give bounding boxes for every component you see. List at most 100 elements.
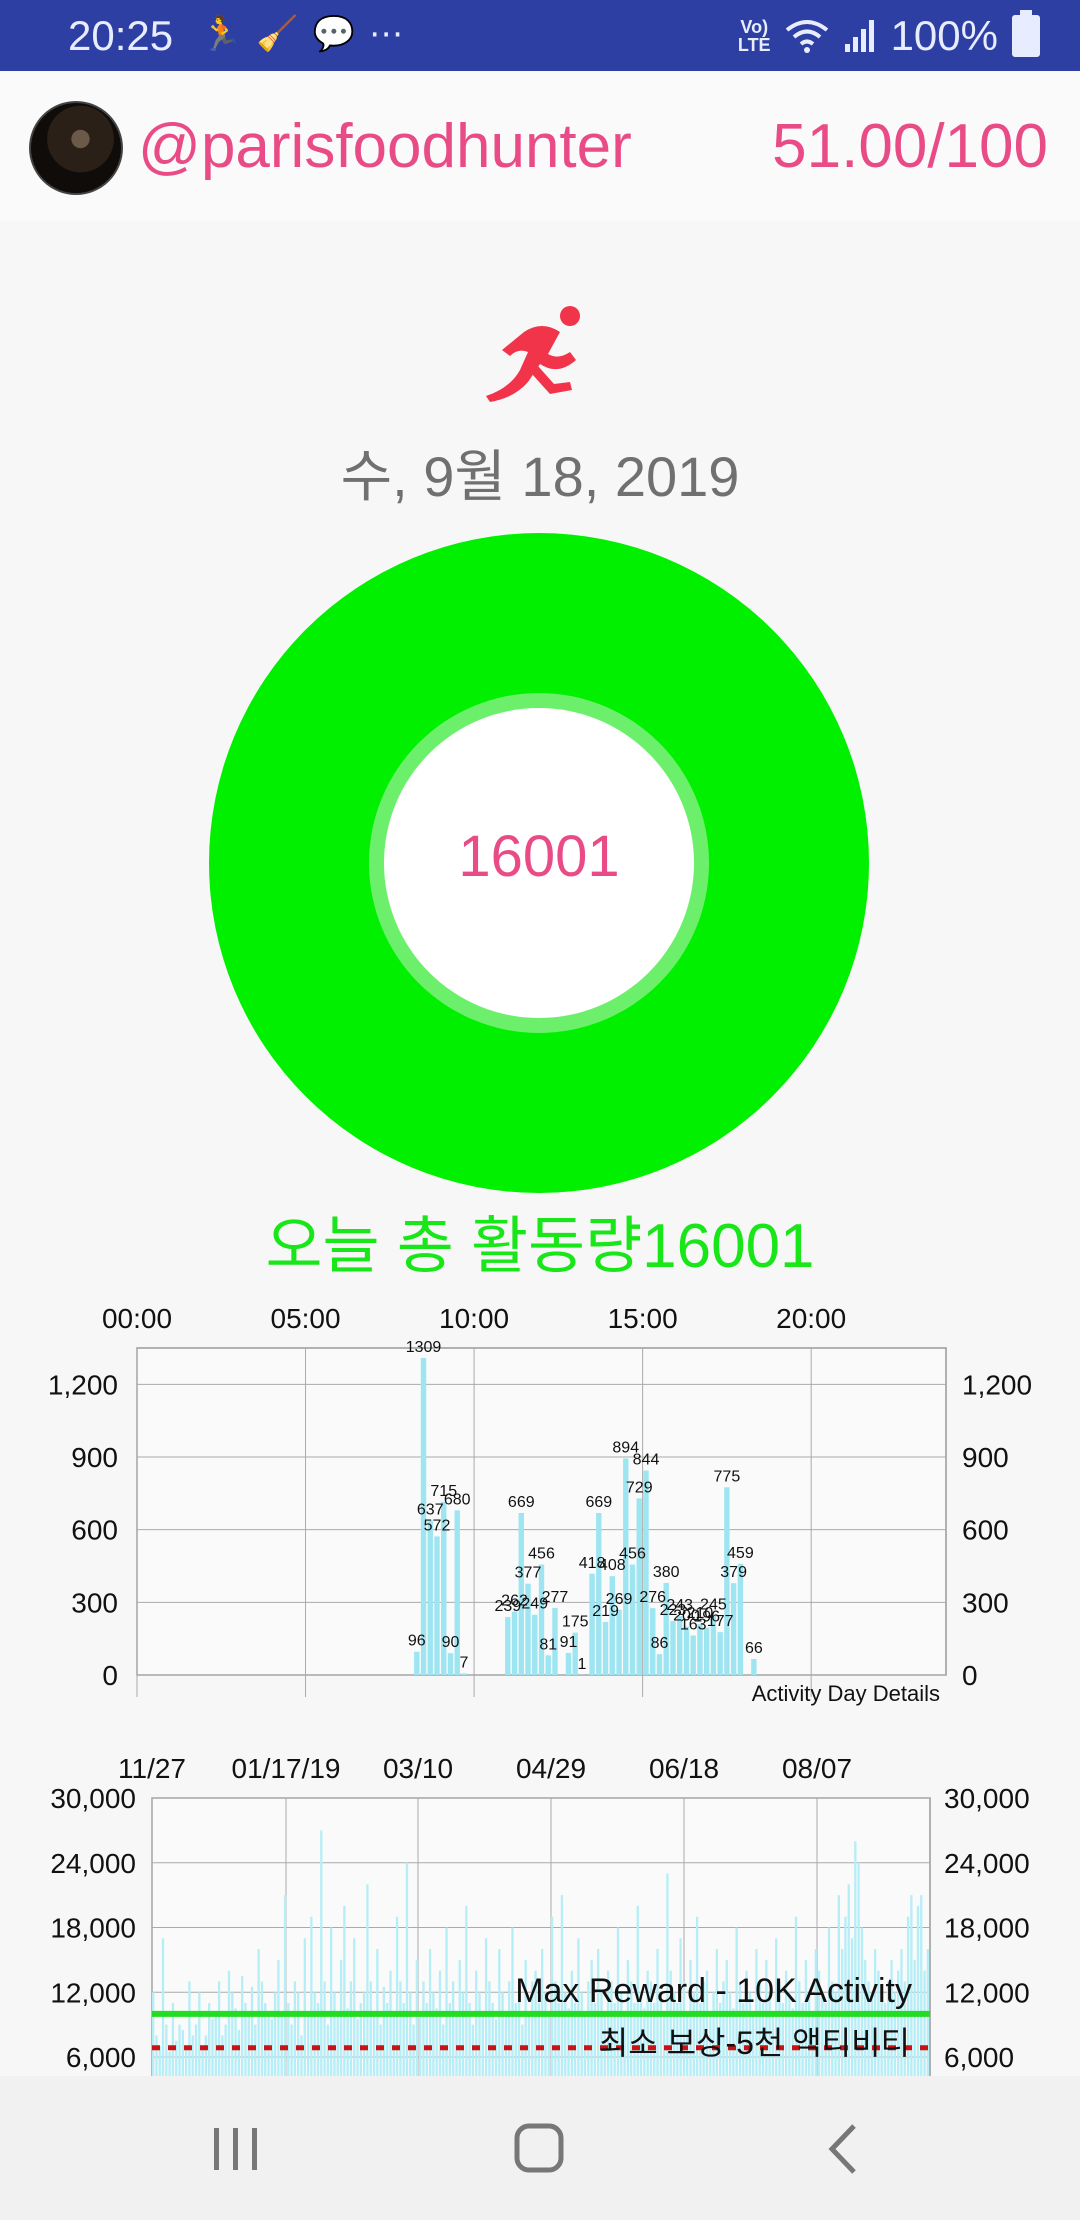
history-chart-bar bbox=[346, 2008, 349, 2080]
day-chart-y-tick-right: 1,200 bbox=[962, 1369, 1032, 1400]
day-chart-bar-label: 379 bbox=[720, 1564, 747, 1581]
history-chart-bar bbox=[313, 1992, 316, 2080]
history-chart-y-tick-left: 18,000 bbox=[50, 1913, 136, 1944]
day-chart-bar-label: 1309 bbox=[406, 1339, 442, 1356]
history-chart-bar bbox=[481, 2013, 484, 2080]
history-chart-bar bbox=[333, 1992, 336, 2080]
day-chart-bar-label: 459 bbox=[727, 1545, 754, 1562]
day-chart-bar-label: 456 bbox=[619, 1546, 646, 1563]
history-chart-bar bbox=[913, 1959, 916, 2080]
history-chart-y-tick-left: 30,000 bbox=[50, 1783, 136, 1814]
history-chart-x-tick: 03/10 bbox=[383, 1753, 453, 1784]
history-chart-bar bbox=[372, 2013, 376, 2080]
history-chart-bar bbox=[484, 1938, 488, 2080]
history-activity-chart[interactable]: 11/27 01/17/19 03/10 04/29 06/18 08/07 6,000 6… bbox=[0, 1740, 1080, 2080]
more-notifications-icon: ⋯ bbox=[369, 15, 418, 53]
history-chart-bar bbox=[478, 1992, 481, 2080]
history-chart-bar bbox=[471, 2024, 475, 2080]
day-chart-bar bbox=[683, 1626, 690, 1675]
day-chart-bar bbox=[505, 1617, 511, 1675]
score: 51.00/100 bbox=[772, 112, 1048, 181]
day-chart-bar-label: 91 bbox=[560, 1634, 578, 1651]
history-chart-bar bbox=[353, 1938, 356, 2080]
day-chart-bar bbox=[670, 1620, 676, 1675]
day-chart-bar-label: 572 bbox=[424, 1517, 451, 1534]
history-chart-y-tick-right: 18,000 bbox=[944, 1913, 1030, 1944]
status-right: Vo) LTE 100% bbox=[738, 10, 1040, 60]
day-chart-bar-label: 456 bbox=[528, 1546, 555, 1563]
history-chart-bar bbox=[349, 1981, 353, 2080]
history-chart-bar bbox=[293, 1981, 297, 2080]
history-chart-bar bbox=[194, 2024, 198, 2080]
history-chart-bar bbox=[297, 1992, 300, 2080]
day-chart-bar bbox=[511, 1611, 518, 1675]
history-chart-bar bbox=[488, 1981, 491, 2080]
history-chart-bar bbox=[181, 2030, 184, 2080]
history-chart-bar bbox=[451, 1981, 455, 2080]
history-chart-bar bbox=[303, 1938, 306, 2080]
day-chart-x-tick: 05:00 bbox=[271, 1303, 341, 1334]
day-chart-y-tick-left: 300 bbox=[71, 1587, 118, 1618]
day-chart-bar bbox=[643, 1470, 649, 1675]
day-chart-bar-label: 775 bbox=[714, 1468, 741, 1485]
history-chart-bar bbox=[188, 1981, 191, 2080]
history-chart-bar bbox=[920, 1895, 923, 2080]
profile-header: @parisfoodhunter 51.00/100 bbox=[0, 71, 1080, 221]
history-chart-bar bbox=[508, 1981, 511, 2080]
day-chart-bar-label: 380 bbox=[653, 1564, 680, 1581]
history-chart-bar bbox=[221, 2035, 224, 2080]
history-chart-bar bbox=[362, 1992, 366, 2080]
history-chart-bar bbox=[547, 2013, 550, 2080]
history-chart-bar bbox=[320, 1830, 323, 2080]
history-chart-bar bbox=[227, 1970, 231, 2080]
history-chart-bar bbox=[343, 1905, 346, 2080]
history-chart-bar bbox=[237, 2030, 241, 2080]
history-chart-bar bbox=[923, 1970, 926, 2080]
history-chart-bar bbox=[178, 2024, 181, 2080]
history-chart-x-tick: 01/17/19 bbox=[232, 1753, 341, 1784]
talk-icon: 💬 bbox=[312, 15, 370, 53]
history-chart-bar bbox=[389, 1970, 392, 2080]
day-chart-bar-label: 844 bbox=[633, 1452, 660, 1469]
day-chart-bar bbox=[717, 1632, 723, 1675]
history-chart-bar bbox=[211, 2019, 214, 2080]
username[interactable]: @parisfoodhunter bbox=[138, 111, 632, 182]
home-button[interactable] bbox=[499, 2114, 579, 2184]
day-activity-chart[interactable]: 9613096375727159068072392626693772494568… bbox=[0, 1290, 1080, 1710]
history-chart-y-tick-right: 24,000 bbox=[944, 1848, 1030, 1879]
history-chart-bar bbox=[409, 1992, 412, 2080]
day-chart-bar bbox=[461, 1673, 467, 1675]
day-chart-bar bbox=[447, 1653, 454, 1675]
status-bar: 20:25 🏃🧹💬⋯ Vo) LTE 100% bbox=[0, 0, 1080, 71]
day-chart-bar bbox=[414, 1651, 420, 1675]
back-button[interactable] bbox=[802, 2114, 882, 2184]
day-chart-x-tick: 00:00 bbox=[102, 1303, 172, 1334]
history-chart-bar bbox=[155, 2035, 158, 2080]
history-chart-bar bbox=[158, 2046, 161, 2080]
day-chart-bar-label: 669 bbox=[585, 1494, 612, 1511]
history-chart-bar bbox=[231, 1992, 234, 2080]
history-chart-bar bbox=[442, 2024, 445, 2080]
day-chart-bar-label: 7 bbox=[460, 1654, 469, 1671]
history-chart-x-ticks: 11/27 01/17/19 03/10 04/29 06/18 08/07 bbox=[118, 1753, 852, 1784]
history-chart-bar bbox=[290, 2024, 293, 2080]
history-chart-y-tick-left: 6,000 bbox=[66, 2042, 136, 2073]
history-chart-bar bbox=[283, 1895, 287, 2080]
day-chart-bar-label: 680 bbox=[444, 1491, 471, 1508]
day-chart-x-tick: 10:00 bbox=[439, 1303, 509, 1334]
history-chart-bar bbox=[310, 1916, 313, 2080]
recent-apps-button[interactable] bbox=[196, 2114, 276, 2184]
avatar[interactable] bbox=[29, 101, 123, 195]
day-chart-bar-label: 277 bbox=[542, 1589, 569, 1606]
history-chart-bar bbox=[438, 1970, 442, 2080]
day-chart-bar bbox=[636, 1498, 642, 1675]
history-chart-bar bbox=[399, 1981, 402, 2080]
history-chart-bar bbox=[445, 1927, 448, 2080]
signal-icon bbox=[844, 20, 874, 52]
history-chart-bar bbox=[306, 2013, 310, 2080]
history-chart-y-tick-left: 24,000 bbox=[50, 1848, 136, 1879]
history-chart-bar bbox=[201, 2046, 204, 2080]
history-chart-bar bbox=[415, 1959, 419, 2080]
day-chart-x-ticks: 00:00 05:00 10:00 15:00 20:00 bbox=[102, 1303, 846, 1334]
day-chart-bar bbox=[589, 1573, 595, 1675]
